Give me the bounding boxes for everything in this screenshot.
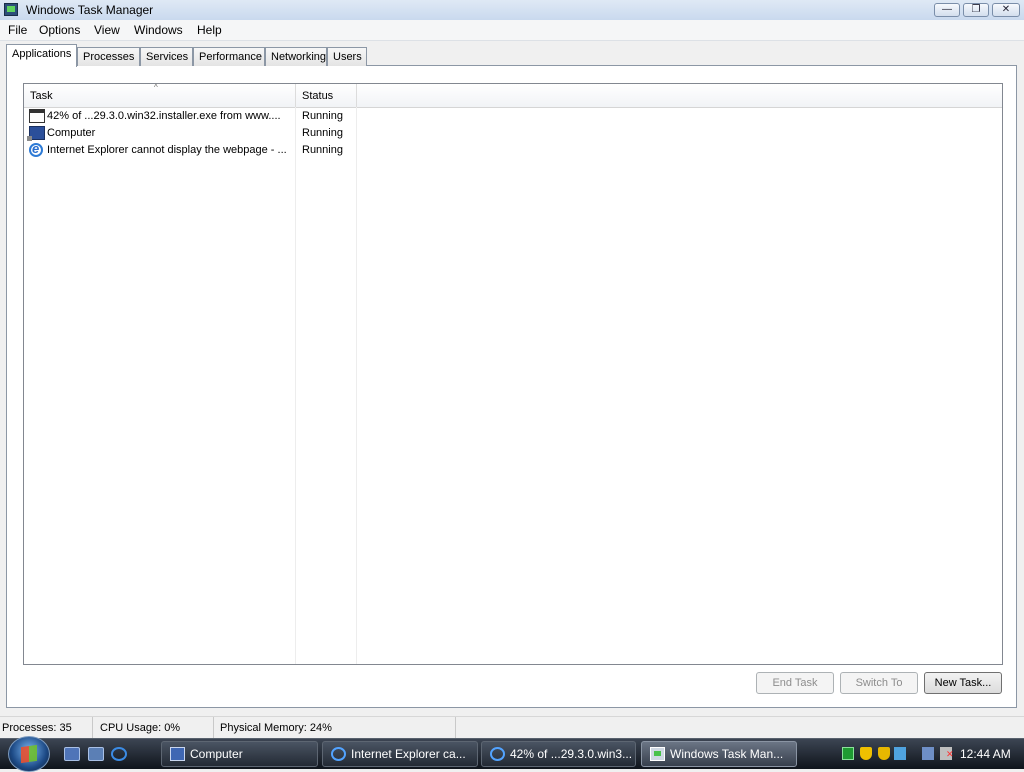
computer-icon	[170, 747, 185, 761]
physical-memory: Physical Memory: 24%	[216, 717, 456, 739]
task-name: Internet Explorer cannot display the web…	[47, 144, 287, 156]
title-bar[interactable]: Windows Task Manager — ❐ ✕	[0, 0, 1024, 21]
tab-applications[interactable]: Applications	[6, 44, 77, 67]
task-manager-icon	[650, 747, 665, 761]
internet-explorer-icon	[331, 747, 346, 761]
status-bar: Processes: 35 CPU Usage: 0% Physical Mem…	[0, 716, 1024, 739]
menu-file[interactable]: File	[8, 23, 27, 37]
sort-ascending-icon: ^	[154, 83, 158, 92]
taskbar-item-label: 42% of ...29.3.0.win3...	[510, 747, 633, 761]
new-task-button[interactable]: New Task...	[924, 672, 1002, 694]
maximize-button[interactable]: ❐	[963, 3, 989, 17]
taskbar-item-label: Computer	[190, 747, 243, 761]
taskbar-item-label: Windows Task Man...	[670, 747, 784, 761]
task-status: Running	[302, 127, 343, 139]
list-header: ^ Task Status	[24, 83, 1002, 108]
internet-explorer-icon	[490, 747, 505, 761]
taskbar-item-computer[interactable]: Computer	[161, 741, 318, 767]
process-count: Processes: 35	[0, 717, 93, 739]
task-manager-icon	[4, 3, 18, 16]
volume-muted-icon[interactable]	[940, 747, 954, 760]
menu-help[interactable]: Help	[197, 23, 222, 37]
tab-networking[interactable]: Networking	[265, 47, 327, 66]
column-header-status[interactable]: Status	[296, 84, 357, 107]
column-header-status-label: Status	[302, 90, 334, 102]
taskbar-item-task-manager[interactable]: Windows Task Man...	[641, 741, 797, 767]
list-item[interactable]: Computer Running	[24, 125, 1002, 142]
window-title: Windows Task Manager	[26, 3, 154, 17]
start-button[interactable]	[8, 736, 50, 772]
tab-processes[interactable]: Processes	[77, 47, 140, 66]
taskbar-item-internet-explorer[interactable]: Internet Explorer ca...	[322, 741, 478, 767]
show-desktop-icon[interactable]	[64, 747, 80, 761]
end-task-button[interactable]: End Task	[756, 672, 834, 694]
tray-app-icon[interactable]	[842, 747, 854, 760]
security-shield-icon[interactable]	[860, 747, 872, 760]
cpu-usage: CPU Usage: 0%	[96, 717, 214, 739]
task-name: Computer	[47, 127, 96, 139]
menu-windows[interactable]: Windows	[134, 23, 183, 37]
internet-explorer-icon[interactable]	[111, 747, 127, 761]
task-status: Running	[302, 110, 343, 122]
task-status: Running	[302, 144, 343, 156]
column-divider	[356, 107, 357, 664]
column-divider	[295, 107, 296, 664]
security-alert-icon[interactable]	[878, 747, 890, 760]
taskbar: Computer Internet Explorer ca... 42% of …	[0, 736, 1024, 772]
task-name: 42% of ...29.3.0.win32.installer.exe fro…	[47, 110, 281, 122]
internet-explorer-icon	[29, 141, 43, 157]
switch-to-button[interactable]: Switch To	[840, 672, 918, 694]
close-button[interactable]: ✕	[992, 3, 1020, 17]
clock[interactable]: 12:44 AM	[960, 747, 1011, 761]
applications-list[interactable]: ^ Task Status 42% of ...29.3.0.win32.ins…	[23, 83, 1003, 665]
list-item[interactable]: Internet Explorer cannot display the web…	[24, 141, 1002, 159]
network-icon[interactable]	[922, 747, 934, 760]
list-item[interactable]: 42% of ...29.3.0.win32.installer.exe fro…	[24, 108, 1002, 125]
menu-view[interactable]: View	[94, 23, 120, 37]
tab-services[interactable]: Services	[140, 47, 193, 66]
tab-performance[interactable]: Performance	[193, 47, 265, 66]
computer-icon	[27, 126, 45, 141]
column-header-task-label: Task	[30, 90, 53, 102]
switch-windows-icon[interactable]	[88, 747, 104, 761]
sync-center-icon[interactable]	[894, 747, 906, 760]
tab-users[interactable]: Users	[327, 47, 367, 66]
system-tray: 12:44 AM	[838, 739, 1024, 769]
minimize-button[interactable]: —	[934, 3, 960, 17]
taskbar-item-label: Internet Explorer ca...	[351, 747, 466, 761]
column-header-task[interactable]: ^ Task	[24, 83, 296, 107]
window-icon	[29, 109, 45, 123]
taskbar-item-download[interactable]: 42% of ...29.3.0.win3...	[481, 741, 636, 767]
menu-options[interactable]: Options	[39, 23, 80, 37]
menu-bar: File Options View Windows Help	[0, 20, 1024, 41]
